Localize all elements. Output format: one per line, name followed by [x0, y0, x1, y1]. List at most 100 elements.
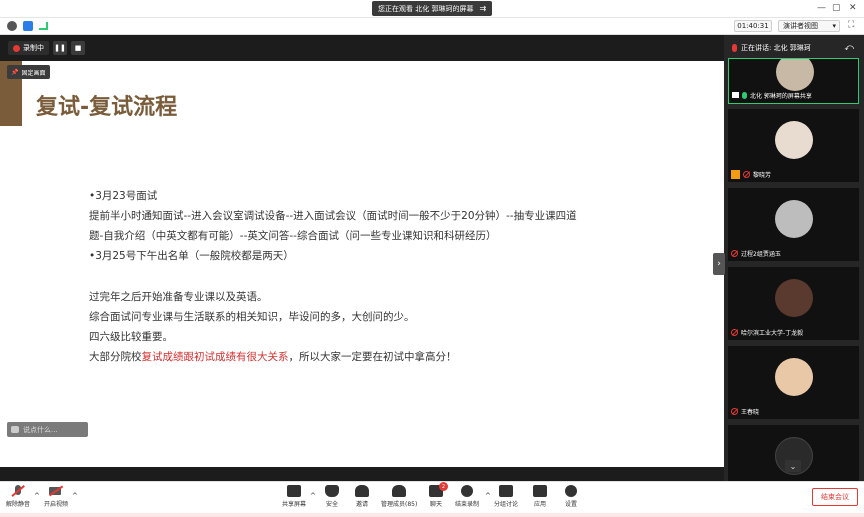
participant-name: 王春晓 [741, 408, 760, 416]
invite-button[interactable]: 邀请 [355, 485, 369, 508]
breakout-button[interactable]: 分组讨论 [494, 485, 518, 508]
record-label: 结束录制 [455, 501, 480, 508]
unmute-button[interactable]: 解除静音 [6, 485, 30, 508]
participant-tile[interactable] [728, 425, 859, 481]
info-icon[interactable] [7, 21, 17, 31]
chat-label: 聊天 [429, 501, 442, 508]
share-screen-label: 共享屏幕 [282, 501, 307, 508]
pin-icon: 📌 [11, 68, 19, 76]
signal-icon[interactable] [39, 22, 48, 30]
participant-tile[interactable]: 北化 郭琳珂的屏幕共享 [728, 58, 859, 104]
settings-button[interactable]: 设置 [565, 485, 577, 508]
share-screen-button[interactable]: 共享屏幕 [282, 485, 306, 508]
collapse-panel-button[interactable]: › [713, 253, 725, 275]
slide-text-line: 提前半小时通知面试--进入会议室调试设备--进入面试会议（面试时间一般不少于20… [89, 210, 577, 222]
mic-muted-icon [731, 328, 738, 336]
pin-view-label: 固定画面 [21, 69, 46, 77]
security-button[interactable]: 安全 [325, 485, 339, 508]
unmute-label: 解除静音 [6, 501, 31, 508]
breakout-icon [499, 485, 513, 497]
gear-icon [565, 485, 577, 497]
participant-label: 王春晓 [731, 406, 759, 416]
chat-icon: 2 [429, 482, 448, 497]
share-options-caret[interactable]: ^ [310, 492, 316, 500]
breakout-label: 分组讨论 [494, 501, 519, 508]
video-options-caret[interactable]: ^ [72, 492, 78, 500]
shield-icon [325, 485, 339, 497]
mic-muted-icon [731, 249, 738, 257]
apps-icon [533, 485, 547, 497]
start-video-label: 开启视频 [44, 501, 69, 508]
bottom-edge [0, 513, 864, 517]
fullscreen-icon[interactable]: ⛶ [848, 20, 854, 30]
slide-text-line: 综合面试问专业课与生活联系的相关知识，毕设问的多，大创问的少。 [89, 311, 415, 323]
share-screen-icon [287, 485, 301, 497]
view-mode-select[interactable]: 演讲者视图 ▾ [778, 20, 840, 32]
participant-tile[interactable]: 王春晓 [728, 346, 859, 419]
chat-bubble-icon [11, 426, 19, 433]
invite-label: 邀请 [355, 501, 368, 508]
record-options-caret[interactable]: ^ [485, 492, 491, 500]
chevron-down-icon: ▾ [832, 22, 836, 30]
view-mode-label: 演讲者视图 [783, 22, 818, 30]
chat-unread-badge: 2 [439, 482, 448, 491]
slide-text-line: 过完年之后开始准备专业课以及英语。 [89, 291, 268, 303]
apps-button[interactable]: 应用 [533, 485, 547, 508]
stop-recording-button[interactable]: ■ [71, 41, 85, 55]
slide-header-bar [0, 35, 724, 61]
shield-icon[interactable] [23, 21, 33, 31]
minimize-button[interactable]: — [817, 3, 826, 13]
meeting-timer: 01:40:31 [734, 20, 772, 32]
mic-muted-icon [731, 407, 738, 415]
participant-name: 北化 郭琳珂的屏幕共享 [750, 92, 812, 100]
slide-text-line-last: 大部分院校复试成绩跟初试成绩有很大关系，所以大家一定要在初试中拿高分！ [89, 349, 457, 364]
audio-options-caret[interactable]: ^ [34, 492, 40, 500]
slide-text-line: 四六级比较重要。 [89, 331, 173, 343]
record-dot-icon [13, 44, 20, 52]
participant-label: 黎晓芳 [731, 169, 771, 179]
video-off-icon [49, 485, 63, 497]
screen-share-icon [732, 92, 739, 98]
last-line-prefix: 大部分院校 [89, 351, 142, 363]
security-label: 安全 [325, 501, 338, 508]
participant-tile[interactable]: 黎晓芳 [728, 109, 859, 182]
participant-label: 北化 郭琳珂的屏幕共享 [732, 90, 812, 100]
participant-name: 过程2组贾涵玉 [741, 250, 781, 258]
participant-name: 黎晓芳 [753, 171, 772, 179]
pin-view-tooltip[interactable]: 📌 固定画面 [7, 65, 50, 79]
host-icon [731, 169, 740, 179]
record-icon [461, 485, 473, 497]
stop-recording-toolbar-button[interactable]: 结束录制 [455, 485, 479, 508]
viewing-banner-text: 您正在观看 北化 郭琳珂的屏幕 [378, 4, 474, 13]
avatar [776, 59, 814, 91]
viewing-banner[interactable]: 您正在观看 北化 郭琳珂的屏幕 ⇉ [372, 1, 493, 16]
chat-quick-input[interactable]: 说点什么... [7, 422, 88, 437]
participant-tile[interactable]: 哈尔滨工业大学-丁龙毅 [728, 267, 859, 340]
close-button[interactable]: ✕ [849, 3, 857, 13]
manage-members-label: 管理成员(85) [381, 501, 418, 508]
slide-text-line: •3月25号下午出名单（一般院校都是两天） [89, 250, 294, 262]
apps-label: 应用 [533, 501, 546, 508]
participant-name: 哈尔滨工业大学-丁龙毅 [741, 329, 804, 337]
slide-bottom-bar [0, 467, 724, 481]
slide-text-line: •3月23号面试 [89, 190, 158, 202]
chat-placeholder: 说点什么... [23, 425, 58, 434]
recording-label: 录制中 [23, 44, 44, 52]
manage-members-button[interactable]: 管理成员(85) [381, 485, 417, 508]
slide-title: 复试-复试流程 [36, 95, 178, 120]
meeting-toolbar: 01:40:31 演讲者视图 ▾ ⛶ [0, 18, 864, 35]
avatar [775, 358, 813, 396]
end-meeting-button[interactable]: 结束会议 [812, 488, 858, 506]
members-icon [392, 485, 407, 497]
expand-icon[interactable]: ⤺ [844, 43, 854, 53]
start-video-button[interactable]: 开启视频 [44, 485, 68, 508]
recording-controls: 录制中 ❚❚ ■ [8, 40, 85, 56]
mic-on-icon [742, 91, 747, 99]
pause-recording-button[interactable]: ❚❚ [53, 41, 67, 55]
chat-button[interactable]: 2 聊天 [429, 482, 448, 508]
mic-muted-icon [743, 170, 750, 178]
scroll-down-button[interactable]: ⌄ [785, 460, 801, 472]
maximize-button[interactable]: ▢ [832, 3, 841, 13]
participant-tile[interactable]: 过程2组贾涵玉 [728, 188, 859, 261]
stop-share-icon[interactable]: ⇉ [479, 4, 486, 13]
